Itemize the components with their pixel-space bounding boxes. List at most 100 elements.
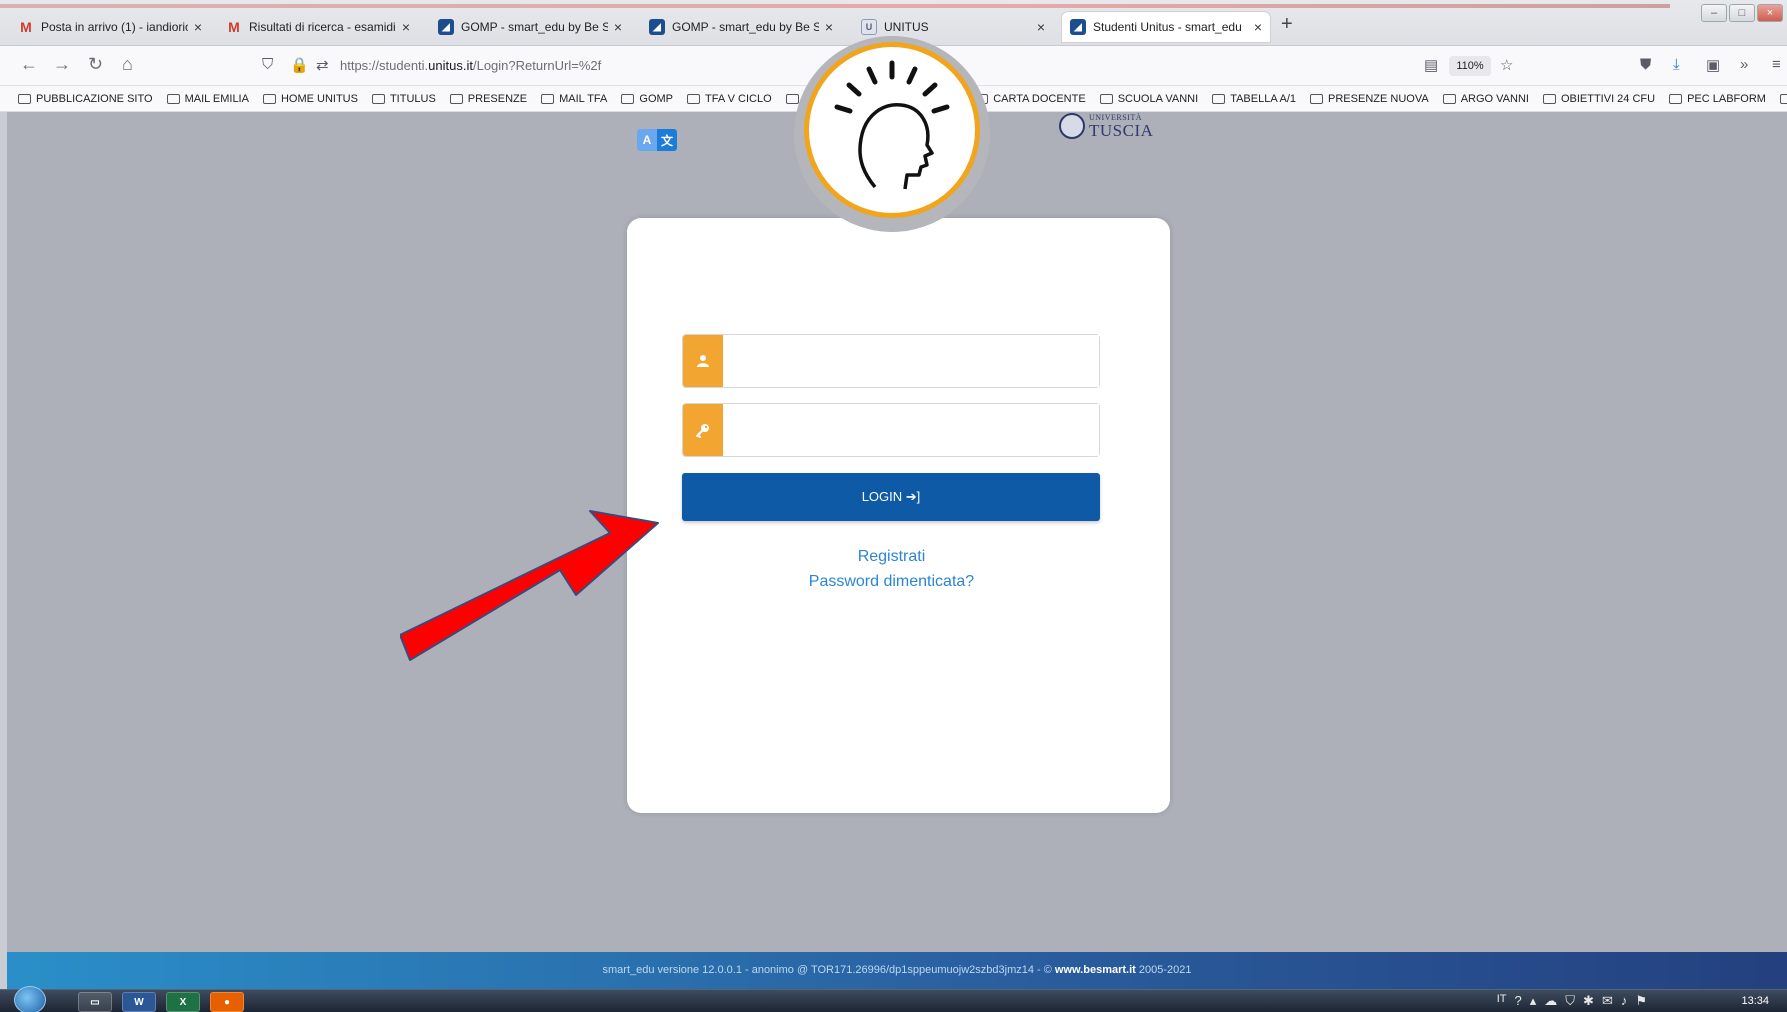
bookmark-item[interactable]: PRESENZE [449, 93, 527, 105]
tab-studenti-unitus[interactable]: ◢ Studenti Unitus - smart_edu × [1062, 12, 1270, 42]
university-logo: UNIVERSITÀ TUSCIA [1059, 113, 1153, 139]
folder-icon [371, 93, 385, 104]
red-annotation-arrow-icon [400, 510, 659, 661]
folder-icon [687, 93, 701, 104]
close-tab-icon[interactable]: × [614, 19, 622, 35]
tab-gomp-2[interactable]: ◢ GOMP - smart_edu by Be Smart × [641, 12, 841, 42]
language-switch[interactable]: A 文 [637, 129, 677, 151]
bookmark-item[interactable]: Altri segnalib [1779, 93, 1787, 105]
firefox-icon[interactable]: ● [210, 992, 244, 1012]
key-icon [683, 404, 723, 456]
username-input[interactable] [723, 335, 1099, 387]
extensions-icon[interactable]: ▣ [1706, 56, 1720, 74]
head-logo-icon [834, 60, 950, 190]
folder-icon [1442, 93, 1456, 104]
cloud-icon[interactable]: ☁ [1544, 993, 1557, 1009]
tab-gmail-search[interactable]: M Risultati di ricerca - esamidistat × [218, 12, 418, 42]
shield-icon[interactable]: ⛉ [262, 56, 273, 73]
folder-icon [18, 93, 31, 104]
folder-icon [1669, 93, 1683, 104]
close-tab-icon[interactable]: × [402, 19, 410, 35]
bookmark-item[interactable]: MAIL EMILIA [166, 93, 249, 105]
language-a-icon: A [637, 129, 657, 151]
bookmark-item[interactable]: TFA V CICLO [687, 93, 772, 105]
besmart-link[interactable]: www.besmart.it [1055, 964, 1136, 976]
university-name: TUSCIA [1089, 120, 1154, 140]
excel-icon[interactable]: X [166, 992, 200, 1012]
bookmark-item[interactable]: ARGO VANNI [1442, 93, 1529, 105]
star-bookmark-icon[interactable]: ☆ [1500, 56, 1513, 74]
system-tray: IT ? ▴ ☁ ⛉ ✱ ✉ ♪ ⚑ [1497, 993, 1647, 1009]
tab-gmail-inbox[interactable]: M Posta in arrivo (1) - iandiorio@u × [10, 12, 210, 42]
login-button[interactable]: LOGIN ➔] [682, 473, 1100, 521]
close-tab-icon[interactable]: × [1254, 19, 1262, 35]
reader-view-icon[interactable]: ▤ [1424, 56, 1438, 74]
window-controls: – □ × [1701, 4, 1783, 22]
word-icon[interactable]: W [122, 992, 156, 1012]
register-link-text[interactable]: Registrati [858, 548, 926, 565]
bookmark-item[interactable]: MAIL TFA [541, 93, 607, 105]
bookmark-item[interactable]: PUBBLICAZIONE SITO [18, 93, 153, 105]
mail-tray-icon[interactable]: ✉ [1602, 993, 1613, 1009]
maximize-button[interactable]: □ [1729, 4, 1755, 22]
help-icon[interactable]: ? [1515, 993, 1522, 1009]
username-field [682, 334, 1100, 388]
forgot-password-link-text[interactable]: Password dimenticata? [809, 573, 974, 590]
permissions-icon[interactable]: ⇄ [316, 56, 329, 74]
folder-icon [262, 93, 276, 104]
close-tab-icon[interactable]: × [194, 19, 202, 35]
zoom-level[interactable]: 110% [1449, 56, 1491, 76]
settings-tray-icon[interactable]: ✱ [1583, 993, 1594, 1009]
new-tab-button[interactable]: + [1281, 13, 1293, 36]
bookmark-item[interactable]: CARTA DOCENTE [975, 93, 1086, 105]
minimize-button[interactable]: – [1701, 4, 1727, 22]
url-bar[interactable]: https://studenti.unitus.it/Login?ReturnU… [340, 58, 601, 73]
file-explorer-icon[interactable]: ▭ [78, 992, 112, 1012]
clock[interactable]: 13:34 [1741, 995, 1769, 1007]
volume-icon[interactable]: ♪ [1621, 993, 1628, 1009]
register-link: Registrati [620, 548, 1163, 566]
tab-gomp-1[interactable]: ◢ GOMP - smart_edu by Be Smart × [430, 12, 630, 42]
folder-icon [541, 93, 555, 104]
start-button[interactable] [14, 986, 46, 1012]
bookmark-item[interactable]: TITULUS [371, 93, 436, 105]
language-translate-icon: 文 [657, 129, 677, 151]
download-icon[interactable]: ⤓ [1673, 56, 1680, 73]
bookmark-item[interactable]: PEC LABFORM [1669, 93, 1766, 105]
university-seal-icon [1059, 113, 1085, 139]
folder-icon [621, 93, 635, 104]
shield-tray-icon[interactable]: ⛉ [1565, 993, 1575, 1009]
network-icon[interactable]: ▴ [1530, 993, 1537, 1009]
close-tab-icon[interactable]: × [825, 19, 833, 35]
lock-icon[interactable]: 🔒 [290, 56, 309, 74]
bookmark-item[interactable]: TABELLA A/1 [1212, 93, 1296, 105]
folder-icon [1542, 93, 1556, 104]
input-language[interactable]: IT [1497, 993, 1507, 1009]
bookmark-item[interactable]: SCUOLA VANNI [1099, 93, 1198, 105]
smart-edu-icon: ◢ [438, 19, 454, 35]
gmail-icon: M [228, 19, 240, 35]
flag-icon[interactable]: ⚑ [1635, 993, 1647, 1009]
user-icon [683, 335, 723, 387]
reload-icon[interactable]: ↻ [88, 54, 103, 75]
menu-icon[interactable]: ≡ [1772, 56, 1781, 73]
password-input[interactable] [723, 404, 1099, 456]
folder-icon [166, 93, 180, 104]
password-field [682, 403, 1100, 457]
pocket-icon[interactable]: ⛊ [1640, 56, 1651, 73]
back-arrow-icon[interactable]: ← [20, 54, 38, 75]
home-icon[interactable]: ⌂ [122, 54, 133, 75]
bookmark-item[interactable]: HOME UNITUS [262, 93, 358, 105]
forward-arrow-icon[interactable]: → [53, 54, 71, 75]
overflow-chevron-icon[interactable]: » [1740, 56, 1748, 73]
bookmark-item[interactable]: GOMP [621, 93, 673, 105]
close-window-button[interactable]: × [1757, 4, 1783, 22]
close-tab-icon[interactable]: × [1037, 19, 1045, 35]
tab-bar-highlight [0, 4, 1670, 8]
smart-edu-icon: ◢ [1070, 19, 1086, 35]
forgot-password-link: Password dimenticata? [620, 573, 1163, 591]
unitus-icon: U [861, 19, 877, 35]
bookmark-item[interactable]: PRESENZE NUOVA [1310, 93, 1429, 105]
bookmark-item[interactable]: OBIETTIVI 24 CFU [1542, 93, 1655, 105]
folder-icon [1212, 93, 1226, 104]
